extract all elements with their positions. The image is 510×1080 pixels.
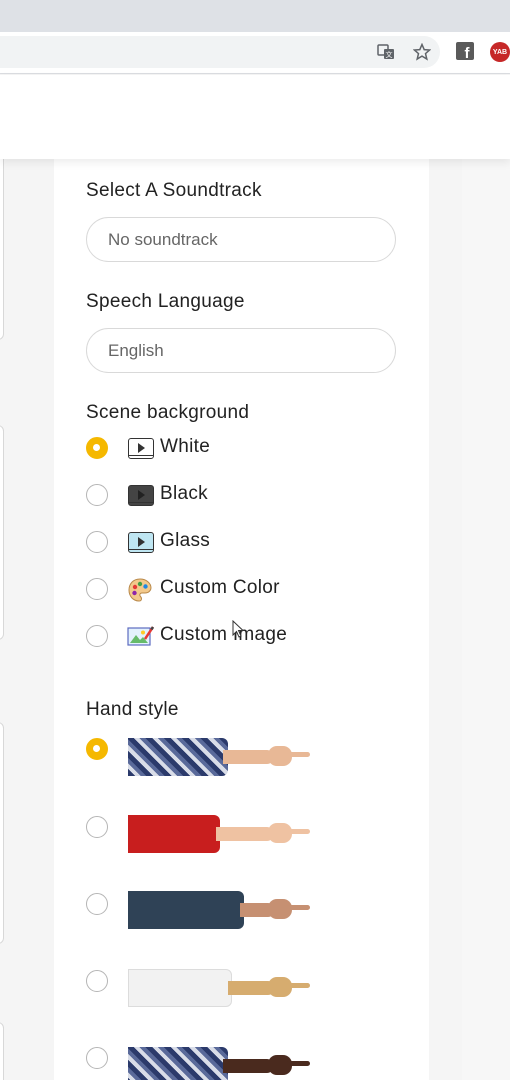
pointing-hand-image xyxy=(128,966,310,1010)
scene-option-label: Custom Color xyxy=(160,577,280,598)
left-card-edge xyxy=(0,1022,4,1080)
palette-icon xyxy=(128,578,152,602)
soundtrack-label: Select A Soundtrack xyxy=(86,180,262,201)
pointing-hand-image xyxy=(128,888,310,932)
right-panel-edge xyxy=(462,159,510,1080)
scene-option-label: Custom Image xyxy=(160,624,288,645)
pointing-hand-image xyxy=(128,812,310,856)
speech-language-select[interactable]: English xyxy=(86,328,396,373)
scene-background-label: Scene background xyxy=(86,402,250,423)
yab-extension-icon[interactable]: YAB xyxy=(490,42,510,62)
star-icon[interactable] xyxy=(412,42,432,62)
pointing-hand-image xyxy=(128,735,310,779)
left-card-edge xyxy=(0,425,4,640)
scene-option-label: Glass xyxy=(160,530,211,551)
app-header xyxy=(0,75,510,159)
glass-video-icon xyxy=(128,532,154,553)
radio-hand-1[interactable] xyxy=(86,738,108,760)
browser-toolbar: 文 f YAB xyxy=(0,32,510,74)
radio-white[interactable] xyxy=(86,437,108,459)
white-video-icon xyxy=(128,438,154,459)
radio-black[interactable] xyxy=(86,484,108,506)
radio-hand-3[interactable] xyxy=(86,893,108,915)
soundtrack-select[interactable]: No soundtrack xyxy=(86,217,396,262)
address-bar[interactable] xyxy=(0,36,440,68)
radio-hand-2[interactable] xyxy=(86,816,108,838)
svg-text:文: 文 xyxy=(386,50,393,59)
radio-hand-4[interactable] xyxy=(86,970,108,992)
radio-custom-color[interactable] xyxy=(86,578,108,600)
radio-custom-image[interactable] xyxy=(86,625,108,647)
left-card-edge xyxy=(0,150,4,340)
image-edit-icon xyxy=(127,626,154,646)
translate-icon[interactable]: 文 xyxy=(376,42,396,62)
left-card-edge xyxy=(0,722,4,944)
browser-tab-strip xyxy=(0,0,510,32)
hand-style-label: Hand style xyxy=(86,699,179,720)
radio-hand-5[interactable] xyxy=(86,1047,108,1069)
mouse-cursor-icon xyxy=(232,620,244,638)
scene-option-label: White xyxy=(160,436,211,457)
speech-language-label: Speech Language xyxy=(86,291,245,312)
facebook-extension-icon[interactable]: f xyxy=(456,42,474,62)
svg-text:f: f xyxy=(465,45,471,60)
pointing-hand-image xyxy=(128,1044,310,1080)
radio-glass[interactable] xyxy=(86,531,108,553)
black-video-icon xyxy=(128,485,154,506)
scene-option-label: Black xyxy=(160,483,208,504)
